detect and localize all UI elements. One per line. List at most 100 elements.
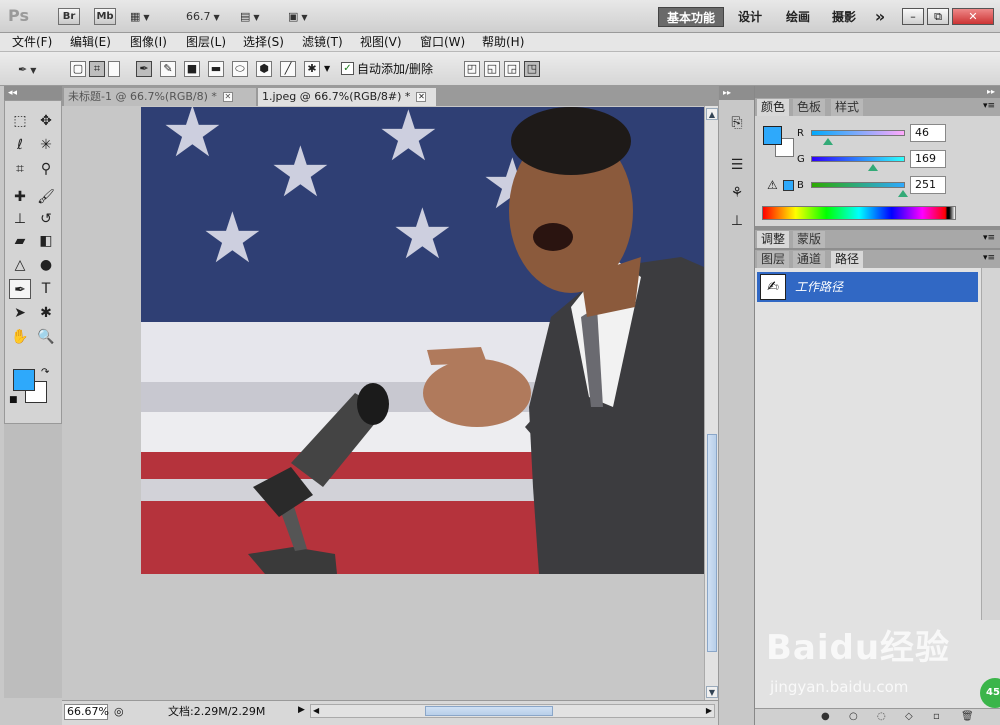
- default-colors-icon[interactable]: ■: [9, 395, 18, 405]
- tab-layers[interactable]: 图层: [757, 251, 790, 268]
- auto-add-delete-checkbox[interactable]: ✓: [341, 62, 354, 75]
- restore-button[interactable]: ⧉: [927, 8, 949, 25]
- panel-menu-icon[interactable]: ▾≡: [983, 253, 995, 263]
- close-icon[interactable]: ✕: [222, 92, 233, 102]
- tool-preset-picker[interactable]: ✒ ▼: [18, 61, 36, 78]
- icon-strip-header[interactable]: ▸▸: [719, 86, 754, 100]
- brushes-panel-button[interactable]: ⚘: [725, 182, 749, 204]
- menu-image[interactable]: 图像(I): [130, 35, 167, 50]
- tab-channels[interactable]: 通道: [793, 251, 826, 268]
- paths-scrollbar[interactable]: [981, 268, 1000, 620]
- list-item[interactable]: ✍ 工作路径: [757, 272, 978, 302]
- pen-tool-option[interactable]: ✒: [136, 61, 152, 77]
- swap-colors-icon[interactable]: ↷: [41, 367, 49, 378]
- menu-file[interactable]: 文件(F): [12, 35, 52, 50]
- move-tool[interactable]: ✥: [35, 111, 57, 131]
- menu-window[interactable]: 窗口(W): [420, 35, 465, 50]
- tab-untitled-1[interactable]: 未标题-1 @ 66.7%(RGB/8) * ✕: [64, 88, 256, 106]
- rounded-rectangle-option[interactable]: ▬: [208, 61, 224, 77]
- zoom-input[interactable]: 66.67%: [64, 704, 109, 720]
- gradient-tool[interactable]: ◧: [35, 231, 57, 251]
- clone-source-panel-button[interactable]: ⊥: [725, 210, 749, 232]
- foreground-color-swatch[interactable]: [763, 126, 782, 145]
- blue-value-input[interactable]: 251: [910, 176, 946, 194]
- color-spectrum-bar[interactable]: [762, 206, 956, 220]
- workspace-essentials[interactable]: 基本功能: [658, 7, 724, 27]
- paths-mode[interactable]: ⌗: [89, 61, 105, 77]
- tab-1-jpeg[interactable]: 1.jpeg @ 66.7%(RGB/8#) * ✕: [258, 88, 436, 106]
- red-slider-knob[interactable]: [822, 138, 833, 145]
- shape-tool[interactable]: ✱: [35, 303, 57, 323]
- scroll-up-arrow[interactable]: ▲: [706, 108, 718, 120]
- arrange-documents-menu[interactable]: ▤ ▼: [240, 8, 260, 25]
- subtract-path-option[interactable]: ◱: [484, 61, 500, 77]
- tab-adjustments[interactable]: 调整: [757, 231, 790, 248]
- zoom-level-menu[interactable]: 66.7 ▼: [186, 8, 220, 25]
- stroke-path-icon[interactable]: ○: [849, 710, 858, 724]
- path-selection-tool[interactable]: ➤: [9, 303, 31, 323]
- zoom-tool[interactable]: 🔍: [35, 327, 57, 347]
- crop-tool[interactable]: ⌗: [9, 159, 31, 179]
- new-path-icon[interactable]: ▫: [933, 710, 940, 724]
- tab-styles[interactable]: 样式: [831, 99, 864, 116]
- clone-stamp-tool[interactable]: ⊥: [9, 209, 31, 229]
- green-slider[interactable]: [811, 156, 905, 162]
- workspace-photography[interactable]: 摄影: [828, 7, 860, 27]
- red-value-input[interactable]: 46: [910, 124, 946, 142]
- close-button[interactable]: ✕: [952, 8, 994, 25]
- eraser-tool[interactable]: ▰: [9, 231, 31, 251]
- chevron-down-icon[interactable]: ▼: [324, 64, 330, 73]
- minimize-button[interactable]: –: [902, 8, 924, 25]
- custom-shape-option[interactable]: ✱: [304, 61, 320, 77]
- green-slider-knob[interactable]: [868, 164, 879, 171]
- trash-icon[interactable]: 🗑: [961, 710, 974, 724]
- menu-filter[interactable]: 滤镜(T): [302, 35, 343, 50]
- healing-brush-tool[interactable]: ✚: [9, 187, 31, 207]
- red-slider[interactable]: [811, 130, 905, 136]
- foreground-color-swatch[interactable]: [13, 369, 35, 391]
- gamut-swatch[interactable]: [783, 180, 794, 191]
- eyedropper-tool[interactable]: ⚲: [35, 159, 57, 179]
- rectangle-tool-option[interactable]: ■: [184, 61, 200, 77]
- intersect-path-option[interactable]: ◲: [504, 61, 520, 77]
- menu-layer[interactable]: 图层(L): [186, 35, 226, 50]
- polygon-tool-option[interactable]: ⬢: [256, 61, 272, 77]
- load-selection-icon[interactable]: ◌: [877, 710, 886, 724]
- fill-path-icon[interactable]: ●: [821, 710, 830, 724]
- marquee-tool[interactable]: ⬚: [9, 111, 31, 131]
- adjustments-panel-button[interactable]: ☰: [725, 154, 749, 176]
- history-brush-tool[interactable]: ↺: [35, 209, 57, 229]
- fill-pixels-mode[interactable]: [108, 61, 120, 77]
- status-options-icon[interactable]: ◎: [114, 705, 124, 718]
- tab-color[interactable]: 颜色: [757, 99, 790, 116]
- combine-path-option[interactable]: ◰: [464, 61, 480, 77]
- panel-menu-icon[interactable]: ▾≡: [983, 101, 995, 111]
- screen-mode-menu[interactable]: ▣ ▼: [288, 8, 308, 25]
- freeform-pen-option[interactable]: ✎: [160, 61, 176, 77]
- scroll-right-arrow[interactable]: ▶: [706, 705, 712, 717]
- blue-slider[interactable]: [811, 182, 905, 188]
- document-image[interactable]: ★ ★ ★ ★ ★ ★: [141, 107, 704, 574]
- view-extras-menu[interactable]: ▦ ▼: [130, 8, 150, 25]
- dodge-tool[interactable]: ●: [35, 255, 57, 275]
- horizontal-scroll-thumb[interactable]: [425, 706, 553, 716]
- exclude-path-option[interactable]: ◳: [524, 61, 540, 77]
- pen-tool[interactable]: ✒: [9, 279, 31, 299]
- magic-wand-tool[interactable]: ✳: [35, 135, 57, 155]
- type-tool[interactable]: T: [35, 279, 57, 299]
- make-work-path-icon[interactable]: ◇: [905, 710, 913, 724]
- shape-layers-mode[interactable]: ▢: [70, 61, 86, 77]
- bridge-button[interactable]: Br: [58, 8, 80, 25]
- tab-swatches[interactable]: 色板: [793, 99, 826, 116]
- blue-slider-knob[interactable]: [898, 190, 909, 197]
- mini-bridge-button[interactable]: Mb: [94, 8, 116, 25]
- vertical-scrollbar[interactable]: ▲ ▼: [704, 106, 718, 700]
- panel-menu-icon[interactable]: ▾≡: [983, 233, 995, 243]
- brush-tool[interactable]: 🖌: [35, 187, 57, 207]
- blur-tool[interactable]: △: [9, 255, 31, 275]
- hand-tool[interactable]: ✋: [9, 327, 31, 347]
- vertical-scroll-thumb[interactable]: [707, 434, 717, 652]
- menu-help[interactable]: 帮助(H): [482, 35, 524, 50]
- more-workspaces-button[interactable]: »: [870, 7, 890, 27]
- menu-select[interactable]: 选择(S): [243, 35, 284, 50]
